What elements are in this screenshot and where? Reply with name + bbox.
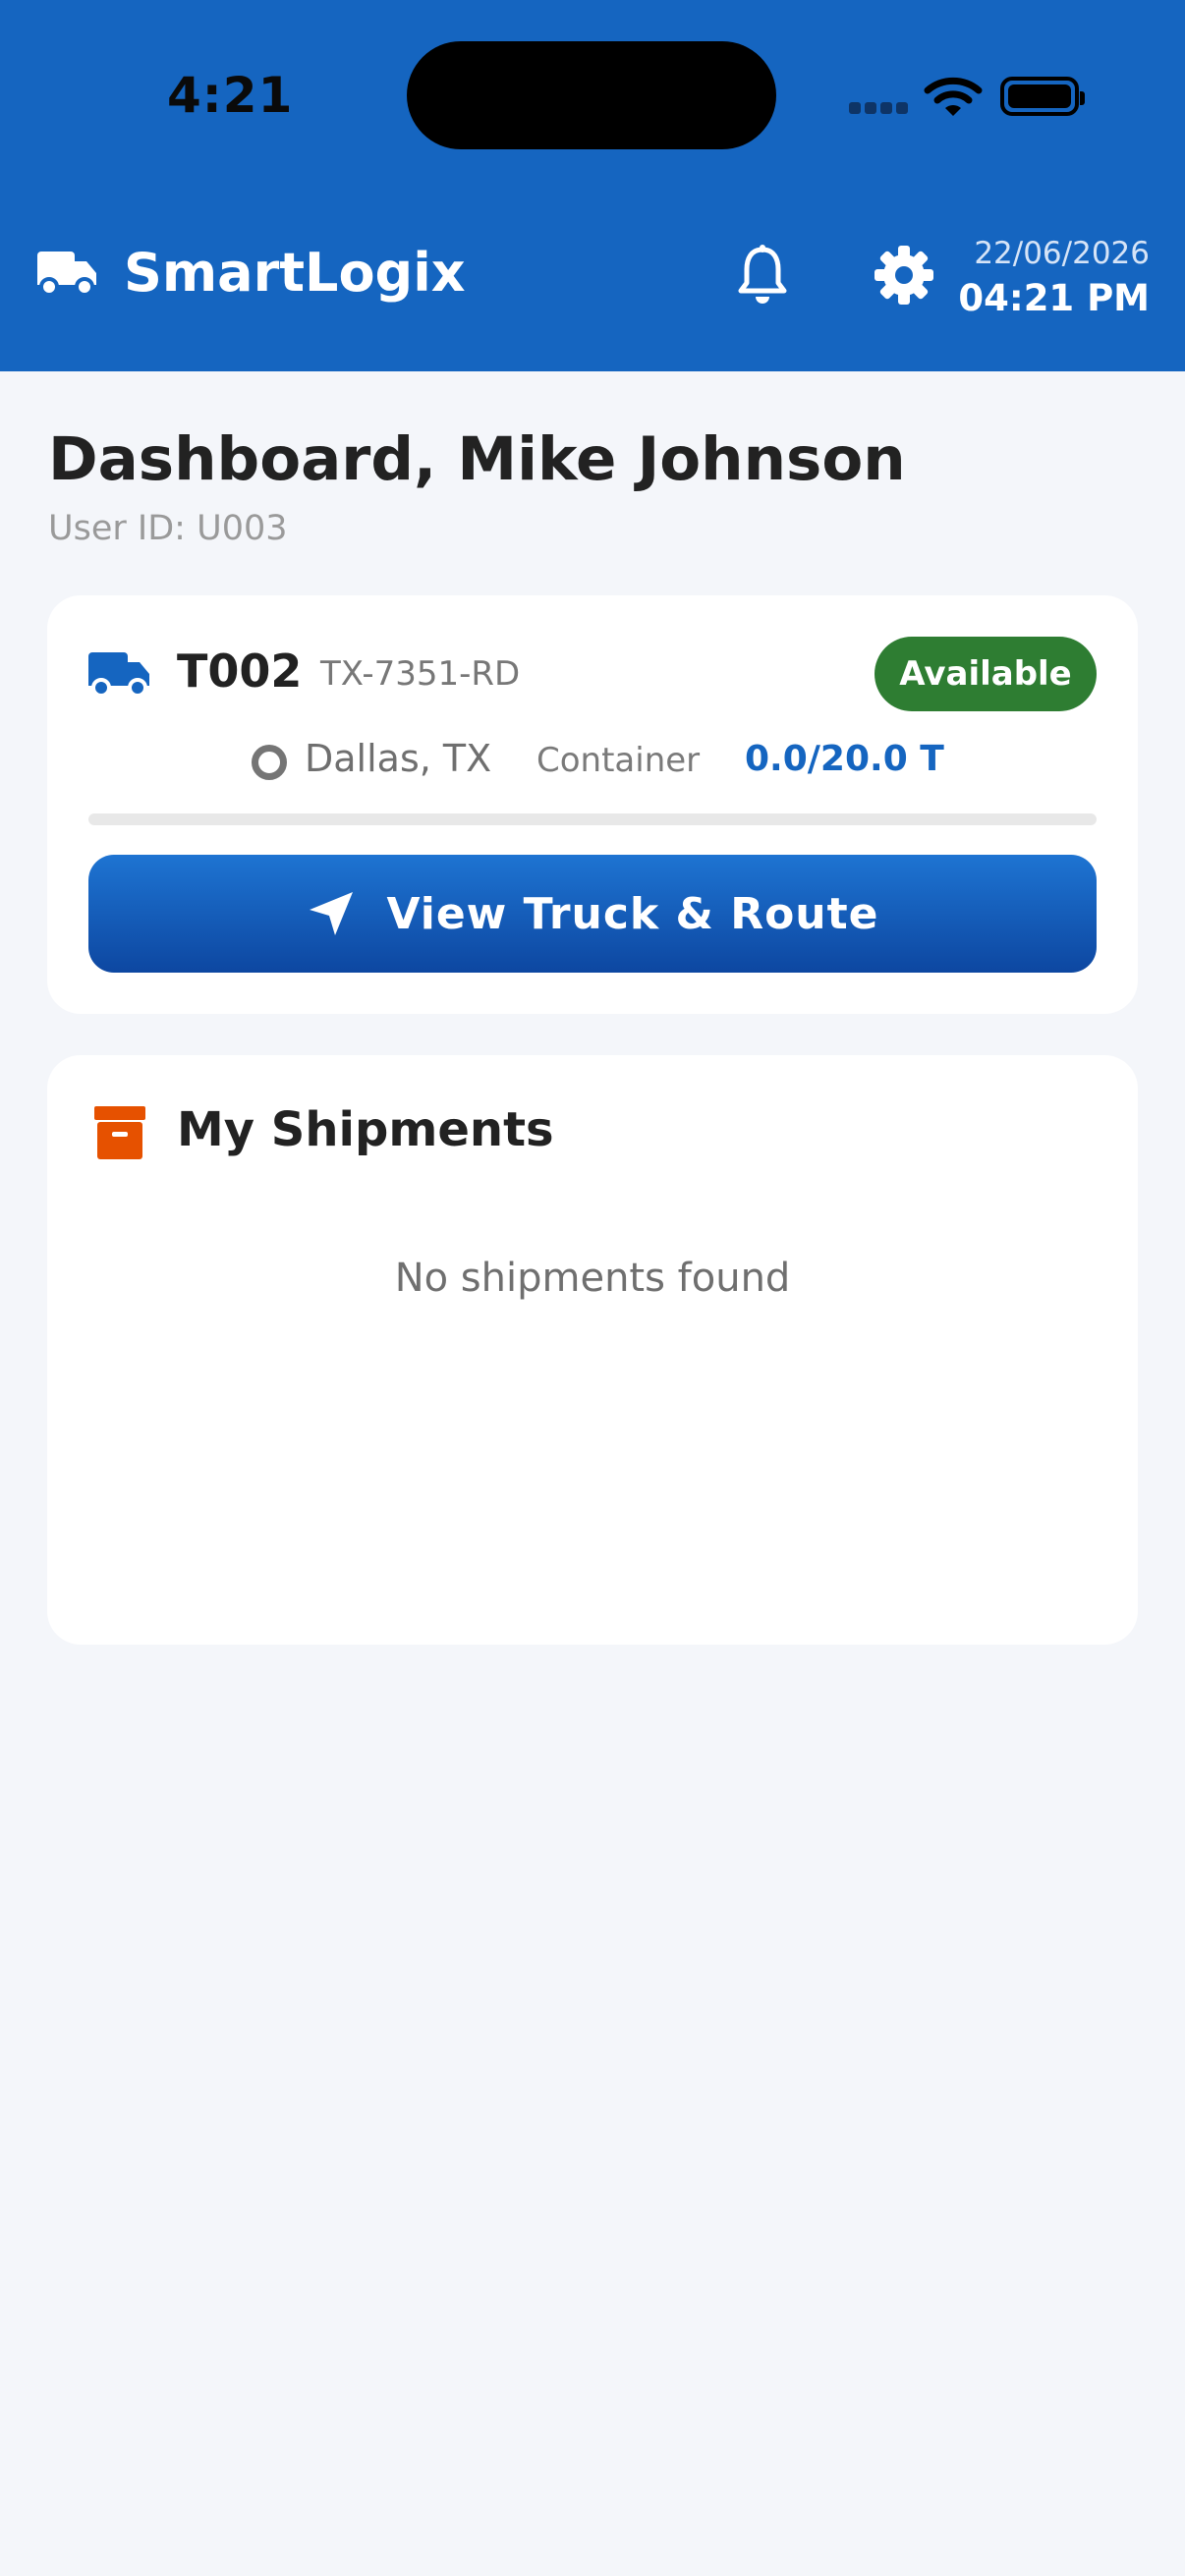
status-badge: Available	[875, 637, 1097, 711]
app-header: 4:21 SmartLogix 22/06/2026 04:21 PM	[0, 0, 1185, 371]
wifi-icon	[924, 77, 983, 116]
container-capacity: 0.0/20.0 T	[745, 739, 944, 779]
location-icon	[252, 745, 287, 780]
container-label: Container	[536, 741, 701, 780]
battery-icon	[1000, 77, 1085, 116]
shipments-card: My Shipments No shipments found	[47, 1055, 1138, 1645]
shipments-empty-state: No shipments found	[394, 1256, 791, 1301]
user-id-label: User ID: U003	[48, 509, 288, 548]
truck-id: T002	[177, 644, 303, 698]
archive-box-icon	[94, 1106, 145, 1159]
bell-icon[interactable]	[735, 244, 790, 307]
truck-plate: TX-7351-RD	[320, 654, 521, 694]
page-title: Dashboard, Mike Johnson	[48, 424, 906, 494]
dynamic-island	[407, 41, 776, 149]
capacity-progress-bar	[88, 813, 1097, 825]
header-time: 04:21 PM	[958, 277, 1150, 319]
gear-icon[interactable]	[873, 244, 935, 307]
navigation-arrow-icon	[310, 892, 354, 935]
app-title: SmartLogix	[124, 242, 466, 304]
truck-icon	[88, 652, 149, 698]
status-bar-time: 4:21	[167, 67, 294, 124]
shipments-title: My Shipments	[177, 1102, 554, 1157]
view-truck-route-button[interactable]: View Truck & Route	[88, 855, 1097, 973]
truck-icon	[37, 252, 96, 297]
truck-card: T002 TX-7351-RD Available Dallas, TX Con…	[47, 595, 1138, 1014]
header-date: 22/06/2026	[974, 236, 1150, 271]
view-truck-route-label: View Truck & Route	[386, 888, 879, 939]
truck-location: Dallas, TX	[305, 737, 492, 780]
